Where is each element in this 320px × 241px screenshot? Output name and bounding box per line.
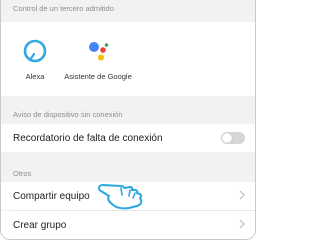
offline-reminder-toggle[interactable] bbox=[221, 132, 245, 144]
alexa-item[interactable]: Alexa bbox=[5, 22, 65, 81]
toggle-knob bbox=[222, 133, 232, 143]
assistants-card: Alexa Asistente de Google bbox=[1, 22, 255, 96]
settings-screen: Control de un tercero admitido Alexa Asi… bbox=[0, 0, 256, 240]
offline-header: Aviso de dispositivo sin conexión bbox=[13, 110, 123, 119]
create-group-label: Crear grupo bbox=[13, 219, 67, 231]
google-assistant-icon bbox=[89, 42, 109, 61]
share-device-label: Compartir equipo bbox=[13, 190, 90, 202]
others-header: Otros bbox=[13, 169, 32, 178]
google-assistant-label: Asistente de Google bbox=[64, 72, 132, 81]
alexa-label: Alexa bbox=[25, 72, 45, 81]
chevron-right-icon bbox=[239, 219, 245, 229]
create-group-row[interactable]: Crear grupo bbox=[1, 211, 255, 239]
third-party-header: Control de un tercero admitido bbox=[13, 4, 114, 13]
alexa-icon bbox=[23, 39, 47, 63]
google-assistant-item[interactable]: Asistente de Google bbox=[61, 22, 135, 81]
offline-reminder-row: Recordatorio de falta de conexión bbox=[1, 124, 255, 152]
offline-reminder-label: Recordatorio de falta de conexión bbox=[13, 132, 163, 144]
chevron-right-icon bbox=[239, 190, 245, 200]
pointing-hand-icon bbox=[98, 184, 143, 210]
